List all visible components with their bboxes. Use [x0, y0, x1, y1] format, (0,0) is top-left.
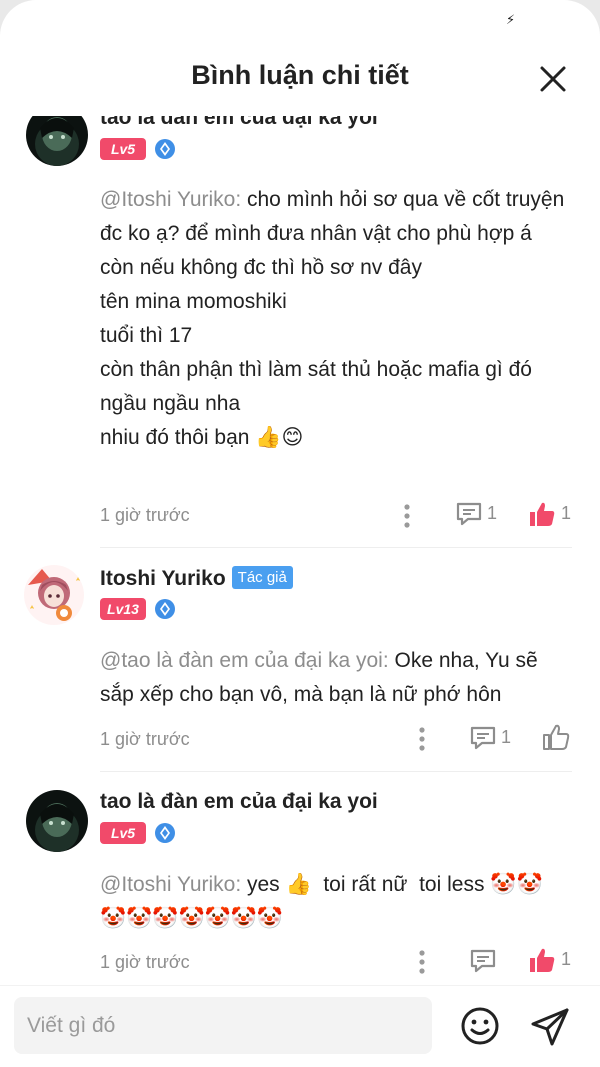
thumbs-up-icon [530, 502, 555, 526]
level-badge: Lv5 [100, 138, 146, 160]
emoji-icon[interactable] [460, 1006, 500, 1046]
comment-icon [470, 726, 496, 750]
timestamp: 1 giờ trước [100, 729, 190, 749]
more-vertical-icon[interactable] [418, 726, 426, 752]
reply-button[interactable]: 1 [455, 500, 505, 530]
like-count: 1 [561, 503, 572, 523]
comment-text: @Itoshi Yuriko: cho mình hỏi sơ qua về c… [100, 183, 570, 455]
level-badge: Lv5 [100, 822, 146, 844]
avatar[interactable] [22, 563, 86, 627]
like-button[interactable]: 1 [528, 500, 576, 530]
like-button[interactable] [542, 723, 574, 753]
comment-icon [456, 502, 482, 526]
close-icon[interactable] [536, 62, 570, 96]
comment-detail-sheet: ⚡ tao là đàn em của đại ka yoi Lv5 @Itos… [0, 0, 600, 1067]
username[interactable]: Itoshi Yuriko Tác giả [100, 566, 293, 591]
like-button[interactable]: 1 [528, 946, 576, 976]
mention[interactable]: @Itoshi Yuriko: [100, 873, 241, 896]
divider [100, 547, 572, 548]
page-title: Bình luận chi tiết [191, 60, 409, 90]
comment-icon [470, 949, 496, 973]
gem-icon [155, 599, 175, 619]
mention[interactable]: @tao là đàn em của đại ka yoi: [100, 649, 389, 672]
header: Bình luận chi tiết [0, 40, 600, 116]
timestamp: 1 giờ trước [100, 952, 190, 972]
comment-text: @tao là đàn em của đại ka yoi: Oke nha, … [100, 644, 570, 712]
like-count: 1 [561, 949, 572, 969]
comment-body-text: cho mình hỏi sơ qua về cốt truyện đc ko … [100, 188, 565, 449]
comment-input[interactable] [14, 997, 432, 1054]
author-tag: Tác giả [231, 566, 293, 589]
avatar[interactable] [26, 790, 88, 852]
timestamp: 1 giờ trước [100, 505, 190, 525]
reply-button[interactable] [469, 947, 499, 977]
comment-composer [0, 985, 600, 1067]
mention[interactable]: @Itoshi Yuriko: [100, 188, 241, 211]
thumbs-up-icon [530, 948, 555, 972]
more-vertical-icon[interactable] [403, 503, 411, 529]
username[interactable]: tao là đàn em của đại ka yoi [100, 790, 378, 814]
level-badge: Lv13 [100, 598, 146, 620]
send-icon[interactable] [529, 1006, 571, 1048]
reply-count: 1 [487, 503, 498, 523]
more-vertical-icon[interactable] [418, 949, 426, 975]
reply-button[interactable]: 1 [469, 724, 519, 754]
comment-list[interactable]: tao là đàn em của đại ka yoi Lv5 @Itoshi… [0, 0, 600, 985]
gem-icon [155, 139, 175, 159]
divider [100, 771, 572, 772]
thumbs-up-icon [543, 724, 570, 750]
username-text: Itoshi Yuriko [100, 567, 226, 590]
reply-count: 1 [501, 727, 512, 747]
comment-text: @Itoshi Yuriko: yes 👍 toi rất nữ toi les… [100, 868, 570, 936]
gem-icon [155, 823, 175, 843]
